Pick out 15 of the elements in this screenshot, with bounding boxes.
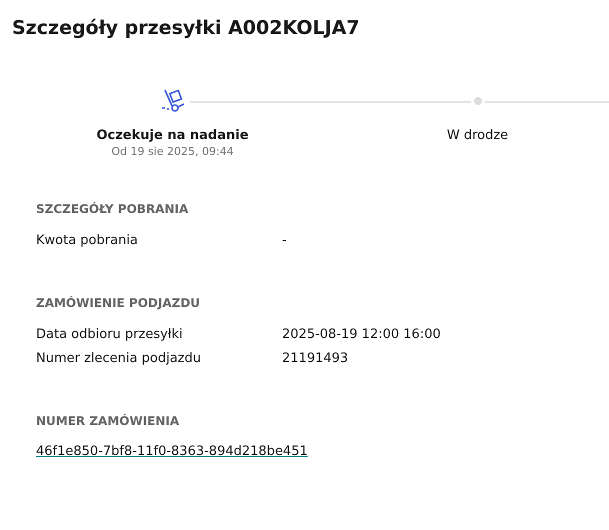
field-label: Numer zlecenia podjazdu xyxy=(36,350,202,366)
step-date: Od 19 sie 2025, 09:44 xyxy=(111,145,234,158)
field-value: 21191493 xyxy=(282,350,350,366)
field-value: 2025-08-19 12:00 16:00 xyxy=(282,326,442,342)
step-label: W drodze xyxy=(446,128,508,143)
field-label: Data odbioru przesyłki xyxy=(36,326,184,342)
order-number-link[interactable]: 46f1e850-7bf8-11f0-8363-894d218be451 xyxy=(36,444,308,459)
section-heading: NUMER ZAMÓWIENIA xyxy=(36,414,180,428)
section-heading: SZCZEGÓŁY POBRANIA xyxy=(36,202,190,216)
field-value: - xyxy=(282,232,288,248)
section-heading: ZAMÓWIENIE PODJAZDU xyxy=(36,296,202,310)
step-label: Oczekuje na nadanie xyxy=(96,128,249,143)
page-title: Szczegóły przesyłki A002KOLJA7 xyxy=(12,16,361,40)
hand-truck-icon xyxy=(160,88,186,114)
field-label: Kwota pobrania xyxy=(36,232,139,248)
